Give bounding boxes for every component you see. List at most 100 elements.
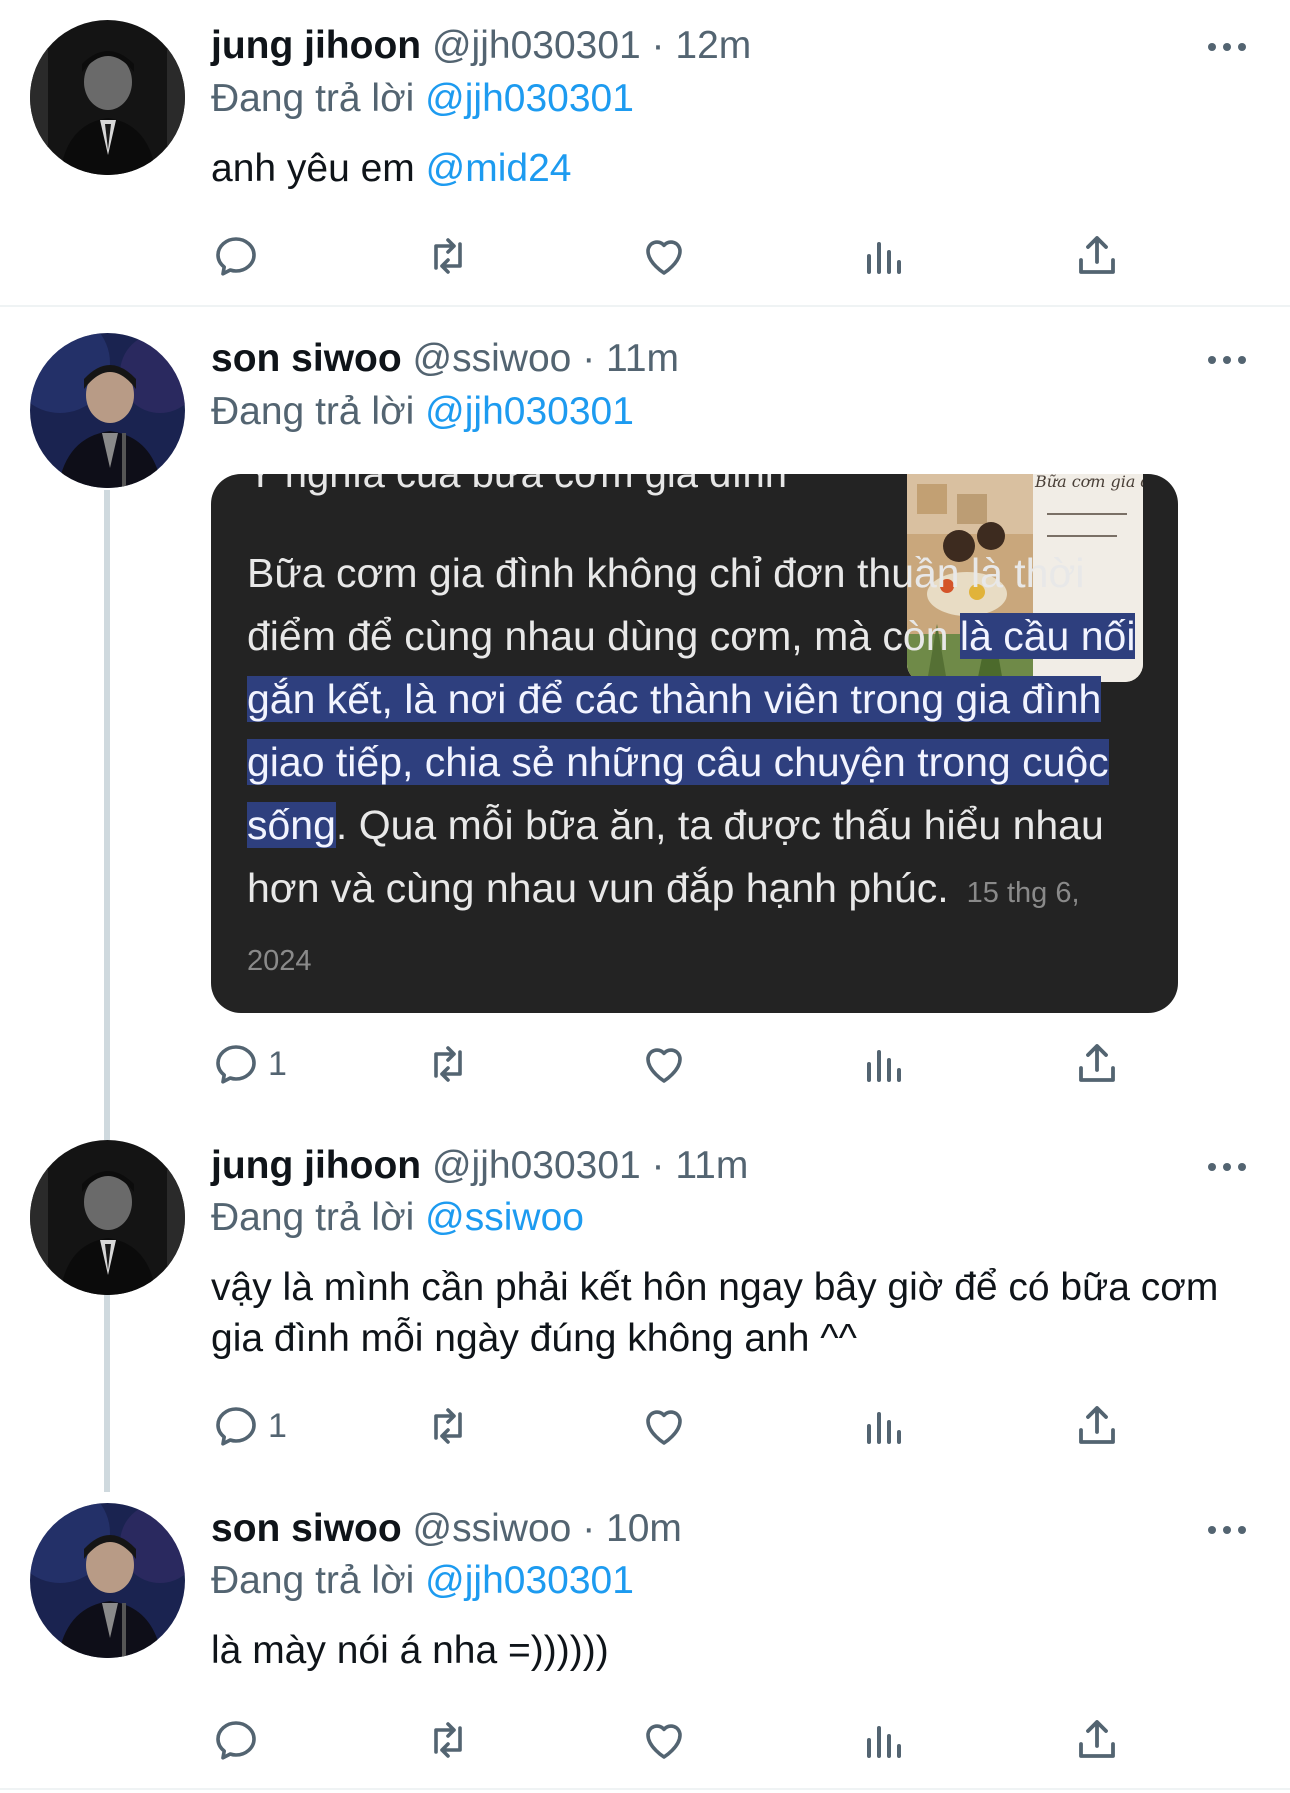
reply-icon: [216, 237, 256, 276]
like-icon: [646, 240, 682, 275]
reply-count: 1: [268, 1406, 287, 1445]
action-bar: 1: [0, 1396, 1290, 1456]
views-icon: [867, 242, 901, 274]
tweet-header: jung jihoon @jjh030301 · 12m: [211, 22, 751, 70]
replying-to-label: Đang trả lời: [211, 1559, 415, 1602]
timestamp[interactable]: 10m: [606, 1507, 682, 1550]
retweet-icon: [434, 238, 462, 274]
replying-to: Đang trả lời @jjh030301: [211, 75, 634, 123]
retweet-button[interactable]: [424, 1710, 472, 1770]
share-button[interactable]: [1073, 1034, 1121, 1094]
reply-icon: [216, 1407, 256, 1446]
tweet-text: vậy là mình cần phải kết hôn ngay bây gi…: [211, 1262, 1261, 1364]
like-icon: [646, 1410, 682, 1445]
retweet-button[interactable]: [424, 1396, 472, 1456]
image-text: Bữa cơm gia đình không chỉ đơn thuần là …: [247, 542, 1137, 993]
replying-to-handle[interactable]: @jjh030301: [425, 1559, 634, 1602]
like-button[interactable]: [640, 1034, 688, 1094]
retweet-icon: [434, 1046, 462, 1082]
views-icon: [867, 1412, 901, 1444]
timestamp[interactable]: 12m: [675, 24, 751, 67]
like-icon: [646, 1724, 682, 1759]
share-icon: [1079, 236, 1115, 274]
replying-to-label: Đang trả lời: [211, 1196, 415, 1239]
tweet-text-content: là mày nói á nha =)))))): [211, 1629, 609, 1672]
display-name[interactable]: son siwoo: [211, 1507, 402, 1550]
views-icon: [867, 1050, 901, 1082]
avatar[interactable]: [30, 1503, 185, 1658]
avatar[interactable]: [30, 20, 185, 175]
display-name[interactable]: jung jihoon: [211, 1144, 421, 1187]
reply-button[interactable]: [212, 226, 260, 286]
user-handle[interactable]: @jjh030301: [432, 24, 641, 67]
thumbnail-caption: Bữa cơm gia đ: [1035, 474, 1143, 491]
tweet-text-content: anh yêu em: [211, 147, 415, 190]
views-icon: [867, 1726, 901, 1758]
action-bar: [0, 226, 1290, 286]
separator-dot: ·: [582, 1507, 596, 1550]
tweet-header: jung jihoon @jjh030301 · 11m: [211, 1142, 748, 1190]
reply-button[interactable]: [212, 1710, 260, 1770]
more-icon[interactable]: [1208, 1161, 1248, 1173]
tweet-header: son siwoo @ssiwoo · 10m: [211, 1505, 682, 1553]
views-button[interactable]: [861, 226, 909, 286]
user-handle[interactable]: @ssiwoo: [413, 337, 572, 380]
image-text-before: Bữa cơm gia đình không chỉ đơn thuần là …: [247, 550, 1085, 659]
share-icon: [1079, 1720, 1115, 1758]
share-icon: [1079, 1044, 1115, 1082]
timestamp[interactable]: 11m: [606, 337, 679, 380]
reply-button[interactable]: 1: [212, 1396, 287, 1456]
like-button[interactable]: [640, 1710, 688, 1770]
share-icon: [1079, 1406, 1115, 1444]
avatar[interactable]: [30, 333, 185, 488]
retweet-button[interactable]: [424, 1034, 472, 1094]
display-name[interactable]: jung jihoon: [211, 24, 421, 67]
more-icon[interactable]: [1208, 354, 1248, 366]
retweet-button[interactable]: [424, 226, 472, 286]
timestamp[interactable]: 11m: [675, 1144, 748, 1187]
tweet-text-content: vậy là mình cần phải kết hôn ngay bây gi…: [211, 1266, 1219, 1360]
action-bar: 1: [0, 1034, 1290, 1094]
display-name[interactable]: son siwoo: [211, 337, 402, 380]
attached-image[interactable]: Ý nghĩa của bữa cơm gia đình Bữa cơm gia…: [211, 474, 1178, 1013]
tweet-1[interactable]: jung jihoon @jjh030301 · 12m Đang trả lờ…: [0, 0, 1290, 306]
replying-to-handle[interactable]: @jjh030301: [425, 77, 634, 120]
tweet-text: là mày nói á nha =)))))): [211, 1625, 1261, 1676]
more-icon[interactable]: [1208, 41, 1248, 53]
reply-count: 1: [268, 1044, 287, 1083]
user-handle[interactable]: @ssiwoo: [413, 1507, 572, 1550]
share-button[interactable]: [1073, 226, 1121, 286]
replying-to: Đang trả lời @jjh030301: [211, 1557, 634, 1605]
views-button[interactable]: [861, 1710, 909, 1770]
share-button[interactable]: [1073, 1396, 1121, 1456]
replying-to-handle[interactable]: @jjh030301: [425, 390, 634, 433]
separator-dot: ·: [651, 1144, 665, 1187]
replying-to: Đang trả lời @jjh030301: [211, 388, 634, 436]
like-icon: [646, 1048, 682, 1083]
image-title: Ý nghĩa của bữa cơm gia đình: [247, 474, 787, 496]
replying-to-handle[interactable]: @ssiwoo: [425, 1196, 584, 1239]
views-button[interactable]: [861, 1034, 909, 1094]
separator-dot: ·: [651, 24, 665, 67]
user-handle[interactable]: @jjh030301: [432, 1144, 641, 1187]
retweet-icon: [434, 1722, 462, 1758]
replying-to-label: Đang trả lời: [211, 77, 415, 120]
like-button[interactable]: [640, 1396, 688, 1456]
avatar[interactable]: [30, 1140, 185, 1295]
share-button[interactable]: [1073, 1710, 1121, 1770]
tweet-text: anh yêu em @mid24: [211, 143, 1261, 194]
replying-to-label: Đang trả lời: [211, 390, 415, 433]
tweet-divider: [0, 305, 1290, 307]
action-bar: [0, 1710, 1290, 1770]
reply-button[interactable]: 1: [212, 1034, 287, 1094]
like-button[interactable]: [640, 226, 688, 286]
views-button[interactable]: [861, 1396, 909, 1456]
reply-icon: [216, 1045, 256, 1084]
tweet-divider: [0, 1788, 1290, 1790]
more-icon[interactable]: [1208, 1524, 1248, 1536]
separator-dot: ·: [582, 337, 596, 380]
mention-link[interactable]: @mid24: [426, 147, 572, 190]
retweet-icon: [434, 1408, 462, 1444]
reply-icon: [216, 1721, 256, 1760]
replying-to: Đang trả lời @ssiwoo: [211, 1194, 584, 1242]
